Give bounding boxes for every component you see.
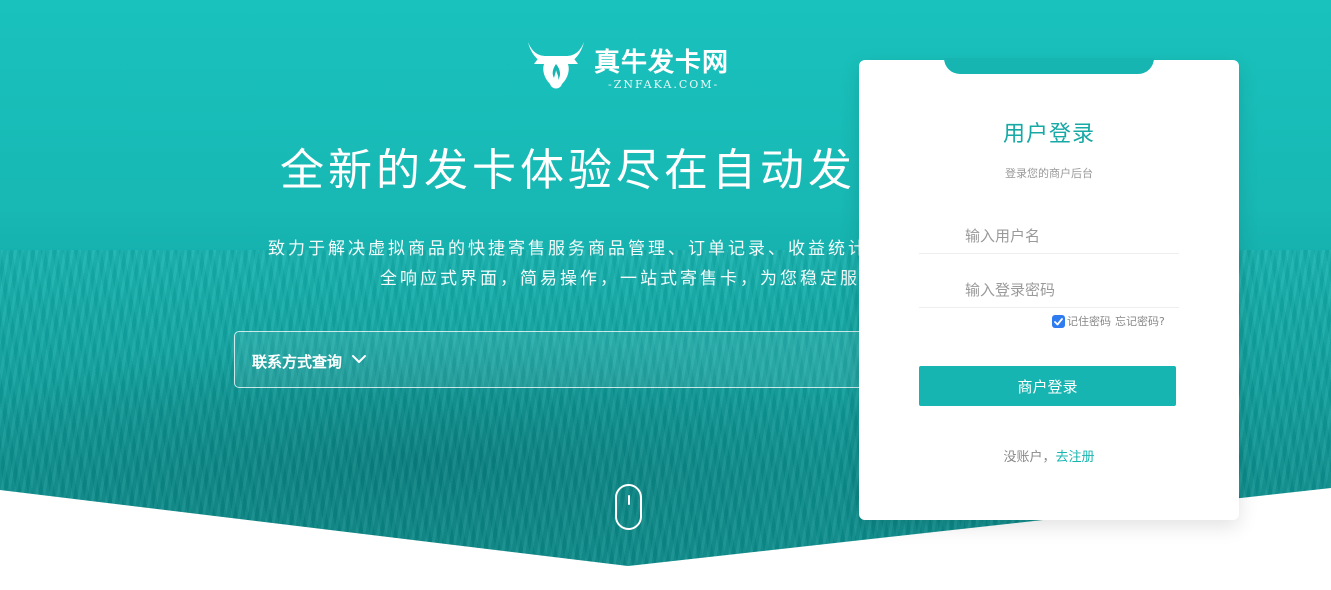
brand-name: 真牛发卡网 [594,48,730,78]
mouse-scroll-icon[interactable] [615,484,642,530]
card-notch [944,58,1154,74]
contact-query-dropdown[interactable]: 联系方式查询 [252,351,342,372]
password-input[interactable] [919,272,1179,308]
brand-domain: -ZNFAKA.COM- [608,78,720,91]
register-link[interactable]: 去注册 [1056,450,1095,465]
contact-query-bar[interactable]: 联系方式查询 [234,331,874,388]
hero-description-line2: 全响应式界面，简易操作，一站式寄售卡，为您稳定服 [380,269,860,289]
mouse-wheel [628,495,630,505]
hero-description-line1: 致力于解决虚拟商品的快捷寄售服务商品管理、订单记录、收益统计 [268,239,868,259]
merchant-login-button[interactable]: 商户登录 [919,366,1176,406]
login-subtitle: 登录您的商户后台 [1005,167,1093,180]
chevron-down-icon[interactable] [351,353,367,365]
brand-logo[interactable]: 真牛发卡网 -ZNFAKA.COM- [524,34,734,96]
username-input[interactable] [919,218,1179,254]
register-row: 没账户，去注册 [859,446,1239,465]
no-account-text: 没账户， [1003,450,1056,465]
login-card: 用户登录 登录您的商户后台 记住密码忘记密码? 商户登录 没账户，去注册 [859,58,1239,520]
checkmark-icon [1054,317,1063,325]
login-title: 用户登录 [1002,122,1095,147]
hero-headline: 全新的发卡体验尽在自动发 [280,145,856,196]
remember-row: 记住密码 忘记密码? [1052,313,1165,329]
page: 真牛发卡网 -ZNFAKA.COM- 全新的发卡体验尽在自动发 致力于解决虚拟商… [0,0,1331,590]
remember-checkbox[interactable] [1052,314,1065,328]
forgot-password-link[interactable]: 忘记密码? [1115,315,1165,328]
remember-label[interactable]: 记住密码 [1067,315,1111,328]
bull-head-icon [528,42,584,89]
